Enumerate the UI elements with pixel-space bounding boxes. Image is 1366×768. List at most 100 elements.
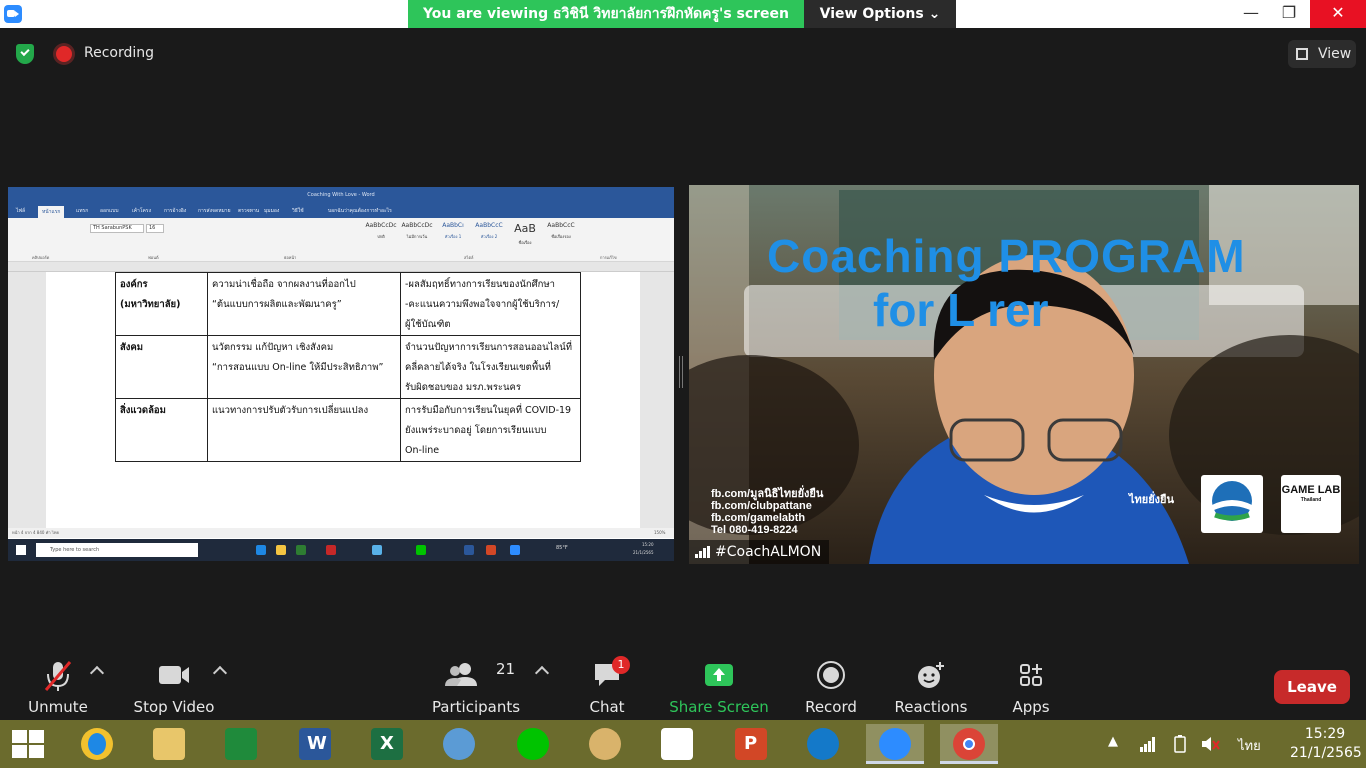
taskbar-clock[interactable]: 15:29 21/1/2565 xyxy=(1290,725,1362,763)
word-tab[interactable]: ออกแบบ xyxy=(100,207,119,215)
table-cell: การรับมือกับการเรียนในยุคที่ COVID-19 ยัง… xyxy=(400,398,581,462)
reactions-button[interactable]: Reactions xyxy=(892,660,970,716)
zoom-window: You are viewing ธวิชินี วิทยาลัยการฝึกหั… xyxy=(0,0,1366,768)
chat-label: Chat xyxy=(589,698,625,716)
taskbar-internet-explorer[interactable] xyxy=(68,724,126,764)
word-tab[interactable]: ตรวจทาน xyxy=(238,207,259,215)
reactions-label: Reactions xyxy=(894,698,968,716)
edge-icon xyxy=(807,728,839,760)
style-preview: AaBbCcDc xyxy=(365,222,397,229)
word-tab[interactable]: มุมมอง xyxy=(264,207,279,215)
style-swatch[interactable]: AaB ชื่อเรื่อง xyxy=(508,222,542,248)
participant-video[interactable]: Coaching PROGRAM for L rer fb.com/มูลนิธ… xyxy=(689,185,1359,564)
share-screen-button[interactable]: Share Screen xyxy=(668,660,770,716)
style-swatch[interactable]: AaBbCı หัวเรื่อง 1 xyxy=(436,222,470,248)
taskbar-file-explorer[interactable] xyxy=(140,724,198,764)
word-tab[interactable]: ไฟล์ xyxy=(16,207,25,215)
stop-video-label: Stop Video xyxy=(133,698,215,716)
table-cell: -ผลสัมฤทธิ์ทางการเรียนของนักศึกษา -คะแนนค… xyxy=(400,272,581,336)
chrome-icon xyxy=(953,728,985,760)
game-lab-logo: GAME LAB Thailand xyxy=(1281,475,1341,533)
table-cell: ความน่าเชื่อถือ จากผลงานที่ออกไป “ต้นแบบก… xyxy=(207,272,401,336)
internet-explorer-icon xyxy=(81,728,113,760)
style-swatch[interactable]: AaBbCcC หัวเรื่อง 2 xyxy=(472,222,506,248)
participants-options-caret[interactable] xyxy=(534,665,550,681)
taskbar-paint[interactable] xyxy=(576,724,634,764)
taskbar-zoom[interactable] xyxy=(866,724,924,764)
record-label: Record xyxy=(805,698,857,716)
recording-icon xyxy=(56,46,72,62)
windows-start-button[interactable] xyxy=(12,730,46,760)
clock-date: 21/1/2565 xyxy=(1290,745,1362,761)
word-tab[interactable]: แทรก xyxy=(76,207,88,215)
show-hidden-icons-caret[interactable]: ▲ xyxy=(1108,734,1118,768)
ruler xyxy=(8,262,674,272)
speaker-muted-icon[interactable] xyxy=(1200,735,1220,753)
mic-muted-icon xyxy=(20,660,96,691)
unmute-button[interactable]: Unmute xyxy=(20,660,96,716)
style-swatch[interactable]: AaBbCcDc ไม่มีการเว้น xyxy=(400,222,434,248)
chevron-down-icon: ⌄ xyxy=(928,6,941,22)
document-table: องค์กร (มหาวิทยาลัย) ความน่าเชื่อถือ จากผ… xyxy=(115,272,581,462)
zoom-logo-icon xyxy=(4,5,22,23)
taskbar-math[interactable] xyxy=(430,724,488,764)
view-options-button[interactable]: View Options ⌄ xyxy=(804,0,956,28)
word-tab[interactable]: การอ้างอิง xyxy=(164,207,186,215)
title-bar: You are viewing ธวิชินี วิทยาลัยการฝึกหั… xyxy=(0,0,1366,28)
word-ribbon-tabs: ไฟล์ หน้าแรก แทรก ออกแบบ เค้าโครง การอ้า… xyxy=(8,204,674,218)
taskbar-line[interactable] xyxy=(504,724,562,764)
document-page[interactable]: องค์กร (มหาวิทยาลัย) ความน่าเชื่อถือ จากผ… xyxy=(46,272,640,528)
view-button[interactable]: View xyxy=(1288,40,1356,68)
table-cell: นวัตกรรม แก้ปัญหา เชิงสังคม “การสอนแบบ On… xyxy=(207,335,401,399)
table-cell: แนวทางการปรับตัวรับการเปลี่ยนแปลง xyxy=(207,398,401,462)
taskbar-chrome[interactable] xyxy=(940,724,998,764)
participant-name-tag: #CoachALMON xyxy=(689,540,830,564)
powerpoint-icon: P xyxy=(735,728,767,760)
weather-text: 85°F xyxy=(556,545,568,551)
word-tab[interactable]: การส่งจดหมาย xyxy=(198,207,231,215)
participants-button[interactable]: 21 Participants xyxy=(430,660,522,716)
store-icon xyxy=(296,545,306,555)
taskbar-lisrel[interactable] xyxy=(648,724,706,764)
leave-button[interactable]: Leave xyxy=(1274,670,1350,704)
chat-badge: 1 xyxy=(612,656,630,674)
table-cell: จำนวนปัญหาการเรียนการสอนออนไลน์ที่ คลี่คล… xyxy=(400,335,581,399)
chat-button[interactable]: 1 Chat xyxy=(576,656,638,716)
taskbar-edge[interactable] xyxy=(794,724,852,764)
security-shield-icon[interactable] xyxy=(16,44,34,64)
network-signal-icon[interactable] xyxy=(1140,736,1156,752)
taskbar-store[interactable] xyxy=(212,724,270,764)
style-preview: AaB xyxy=(514,222,536,235)
chat-icon: 1 xyxy=(576,656,638,690)
font-name-box[interactable]: TH SarabunPSK xyxy=(90,224,144,233)
table-cell: องค์กร (มหาวิทยาลัย) xyxy=(115,272,208,336)
close-button[interactable]: ✕ xyxy=(1310,0,1366,28)
ribbon-group-label: คลิปบอร์ด xyxy=(32,255,50,260)
style-swatch[interactable]: AaBbCcDc ปกติ xyxy=(364,222,398,248)
taskbar-powerpoint[interactable]: P xyxy=(722,724,780,764)
apps-button[interactable]: Apps xyxy=(1000,660,1062,716)
table-row: สังคม นวัตกรรม แก้ปัญหา เชิงสังคม “การสอน… xyxy=(115,335,581,399)
input-language[interactable]: ไทย xyxy=(1238,735,1261,768)
taskbar-word[interactable]: W xyxy=(286,724,344,764)
word-tab[interactable]: วิธีใช้ xyxy=(292,207,304,215)
battery-icon[interactable] xyxy=(1172,735,1188,753)
font-size-box[interactable]: 16 xyxy=(146,224,164,233)
math-icon xyxy=(443,728,475,760)
zoom-icon xyxy=(879,728,911,760)
word-tab[interactable]: เค้าโครง xyxy=(132,207,151,215)
taskbar-excel[interactable]: X xyxy=(358,724,416,764)
record-button[interactable]: Record xyxy=(800,660,862,716)
word-tab-active[interactable]: หน้าแรก xyxy=(38,206,65,218)
splitter-handle[interactable] xyxy=(679,356,683,388)
shared-taskbar: Type here to search 85°F 15:20 21/1/2565 xyxy=(8,539,674,561)
word-tell-me[interactable]: บอกฉันว่าคุณต้องการทำอะไร xyxy=(328,207,392,215)
ribbon-group-label: การแก้ไข xyxy=(600,255,617,260)
shared-screen[interactable]: Coaching With Love - Word ไฟล์ หน้าแรก แ… xyxy=(8,187,674,561)
contact-lines: fb.com/มูลนิธิไทยยั่งยืน fb.com/clubpatt… xyxy=(711,488,824,536)
participant-name: #CoachALMON xyxy=(715,544,822,560)
style-swatch[interactable]: AaBbCcC ชื่อเรื่องรอง xyxy=(544,222,578,248)
stop-video-button[interactable]: Stop Video xyxy=(128,660,220,716)
excel-icon: X xyxy=(371,728,403,760)
maximize-button[interactable]: ❐ xyxy=(1266,0,1312,28)
